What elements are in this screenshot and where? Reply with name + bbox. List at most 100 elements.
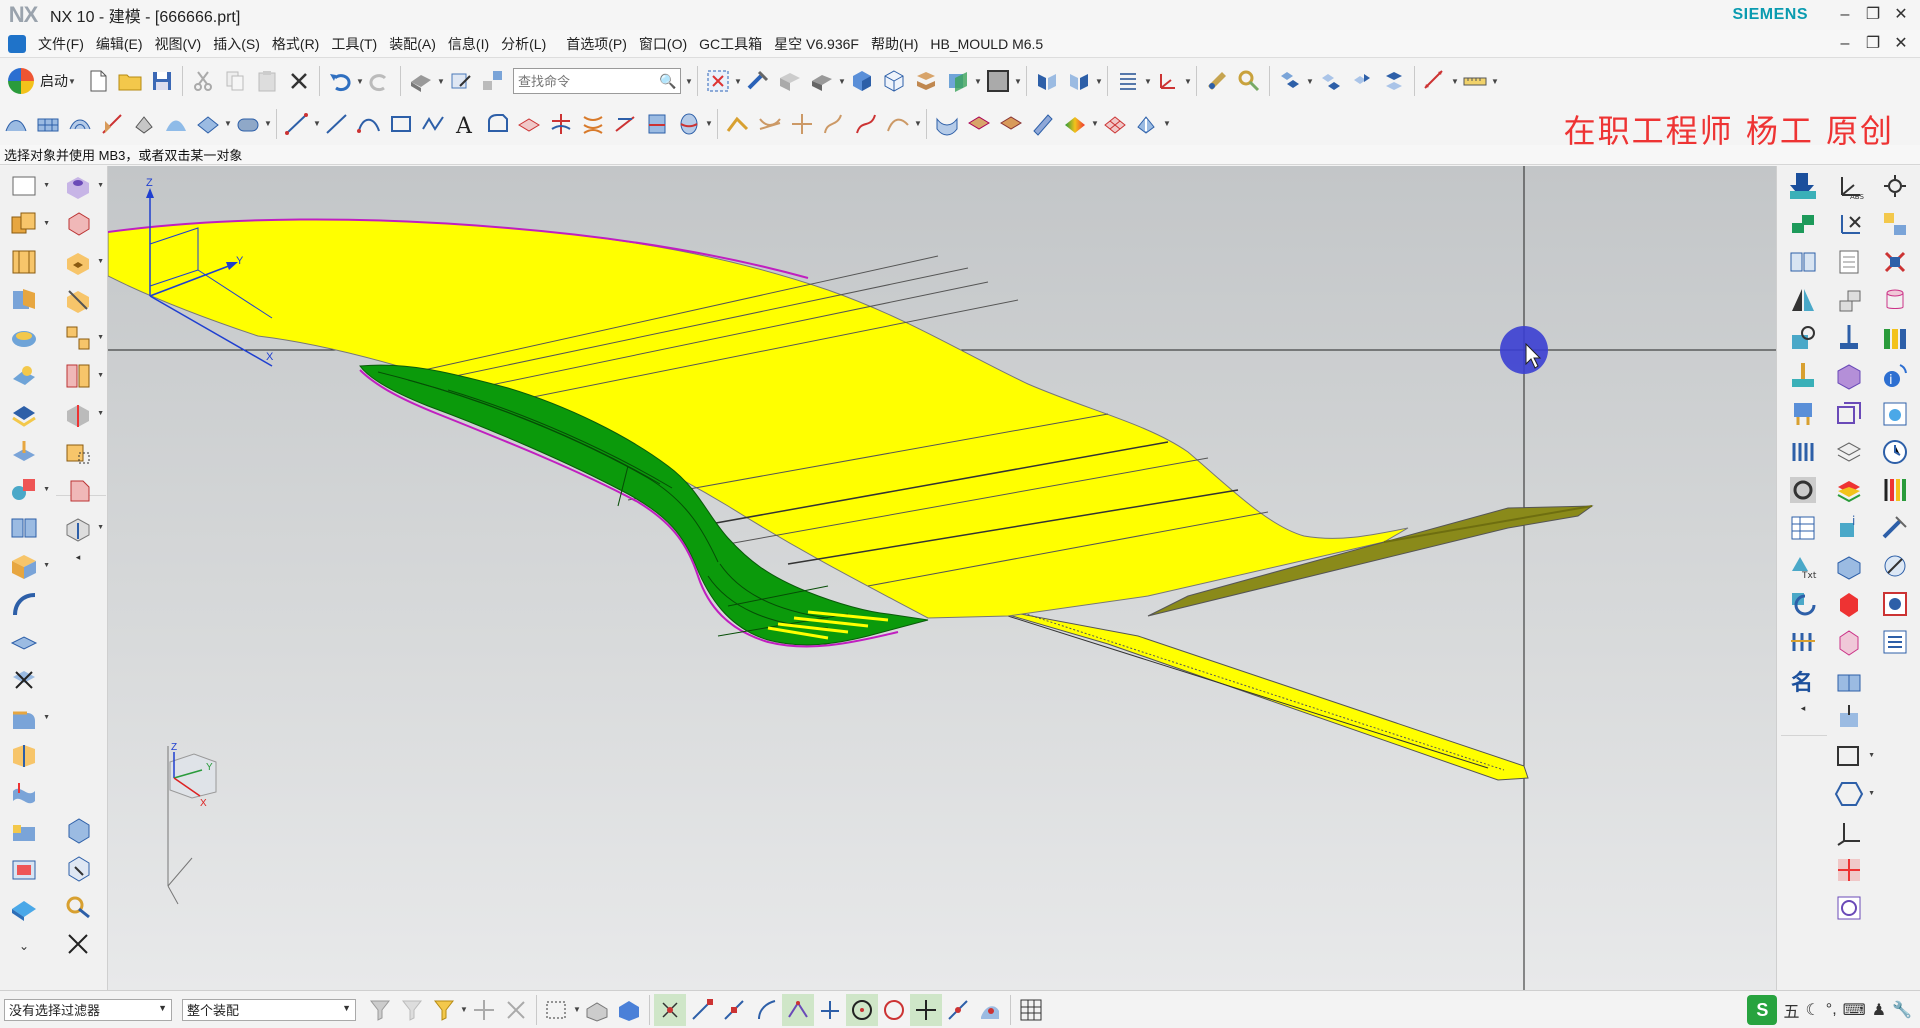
subtract-button[interactable] <box>4 358 44 394</box>
color-layers-button[interactable] <box>1829 472 1869 508</box>
menu-xingkong[interactable]: 星空 V6.936F <box>768 34 865 54</box>
face-analysis-button[interactable] <box>1059 108 1091 140</box>
app-menu-icon[interactable] <box>8 34 26 53</box>
datum-plane-button[interactable] <box>58 434 98 470</box>
wrap-curve-button[interactable] <box>673 108 705 140</box>
undo-button[interactable] <box>324 65 356 97</box>
snap-control-point-button[interactable] <box>750 994 782 1026</box>
chevron-down-icon[interactable]: ▼ <box>1014 77 1022 86</box>
select-face-button[interactable] <box>613 994 645 1026</box>
chevron-down-icon[interactable]: ▼ <box>573 1005 581 1014</box>
more-left-1-button[interactable]: ⌄ <box>4 928 44 964</box>
swept-button[interactable] <box>96 108 128 140</box>
mold-tool-2-button[interactable] <box>1783 206 1823 242</box>
arc-button[interactable] <box>353 108 385 140</box>
show-hide-button[interactable] <box>1031 65 1063 97</box>
sheet-body-button[interactable] <box>4 624 44 660</box>
minimize-button[interactable]: – <box>1832 4 1858 26</box>
law-extension-button[interactable] <box>192 108 224 140</box>
rename-button[interactable]: 名 <box>1783 662 1823 698</box>
start-button[interactable]: 启动 ▼ <box>0 68 82 94</box>
grid-point-button[interactable] <box>1829 852 1869 888</box>
text-button[interactable]: A <box>449 108 481 140</box>
menu-hb-mould[interactable]: HB_MOULD M6.5 <box>924 36 1049 52</box>
delete-button[interactable] <box>283 65 315 97</box>
assembly-constraint-button[interactable] <box>1274 65 1306 97</box>
extract-curve-button[interactable] <box>641 108 673 140</box>
chevron-down-icon[interactable]: ▼ <box>1184 77 1192 86</box>
chevron-down-icon[interactable]: ▼ <box>437 77 445 86</box>
unite-button[interactable] <box>4 320 44 356</box>
insert-part-button[interactable] <box>1829 548 1869 584</box>
properties-list-button[interactable] <box>1875 624 1915 660</box>
move-face-button[interactable] <box>4 434 44 470</box>
studio-surface-button[interactable] <box>64 108 96 140</box>
doc-restore-button[interactable]: ❐ <box>1860 33 1886 55</box>
draft-button[interactable] <box>4 282 44 318</box>
body-view-button[interactable] <box>58 812 98 848</box>
rectangle-button[interactable] <box>385 108 417 140</box>
mold-tool-10-button[interactable] <box>1783 510 1823 546</box>
zoom-button[interactable] <box>742 65 774 97</box>
snap-enable-button[interactable] <box>654 993 686 1026</box>
palette-button[interactable] <box>1875 586 1915 622</box>
offset-curve-button[interactable] <box>481 108 513 140</box>
snap-quadrant-button[interactable] <box>878 994 910 1026</box>
assembly-navigator-button[interactable] <box>1875 206 1915 242</box>
redo-button[interactable] <box>364 65 396 97</box>
curve-length-button[interactable] <box>818 108 850 140</box>
bridge-curve-button[interactable] <box>882 108 914 140</box>
join-curve-button[interactable] <box>722 108 754 140</box>
face-blend-button[interactable] <box>160 108 192 140</box>
lower-rib-surface[interactable] <box>977 605 1529 781</box>
chevron-down-icon[interactable]: ▼ <box>1144 77 1152 86</box>
isoparametric-curve-button[interactable] <box>577 108 609 140</box>
trim-sheet-button[interactable] <box>963 108 995 140</box>
snap-existing-point-button[interactable] <box>910 993 942 1026</box>
rectangle-select-button[interactable]: ▼ <box>1829 738 1875 774</box>
constraint-navigator-button[interactable] <box>1875 244 1915 280</box>
roles-button[interactable] <box>1875 548 1915 584</box>
section-curve-button[interactable] <box>609 108 641 140</box>
command-search-input[interactable] <box>514 73 656 89</box>
chevron-down-icon[interactable]: ▼ <box>1306 77 1314 86</box>
pattern-feature-button[interactable]: ▼ <box>58 320 104 356</box>
snap-midpoint-button[interactable] <box>718 994 750 1026</box>
chevron-down-icon[interactable]: ▼ <box>68 77 76 86</box>
mold-tool-5-button[interactable] <box>1783 320 1823 356</box>
moon-icon[interactable]: ☾ <box>1805 1000 1819 1020</box>
menu-help[interactable]: 帮助(H) <box>865 34 924 54</box>
sweep-along-guide-button[interactable] <box>4 586 44 622</box>
tool-settings-button[interactable] <box>1233 65 1265 97</box>
delete-parameter-button[interactable] <box>58 926 98 962</box>
general-filter-button[interactable] <box>364 994 396 1026</box>
replace-face-button[interactable] <box>4 738 44 774</box>
chevron-down-icon[interactable]: ▼ <box>1163 119 1171 128</box>
hole-button[interactable]: ▼ <box>58 168 104 204</box>
mold-tool-3-button[interactable] <box>1783 244 1823 280</box>
selection-mode-button[interactable] <box>405 65 437 97</box>
measure-distance-button[interactable] <box>1419 65 1451 97</box>
snap-on-face-button[interactable] <box>974 994 1006 1026</box>
menu-analysis[interactable]: 分析(L) <box>495 34 552 54</box>
chevron-down-icon[interactable]: ▼ <box>1095 77 1103 86</box>
patch-button[interactable] <box>931 108 963 140</box>
n-sided-surface-button[interactable] <box>128 108 160 140</box>
wcs-button[interactable] <box>1152 65 1184 97</box>
user-icon[interactable]: ♟ <box>1872 1000 1886 1020</box>
reset-filter-button[interactable] <box>396 994 428 1026</box>
surface-grid-button[interactable] <box>1099 108 1131 140</box>
through-curves-button[interactable] <box>0 108 32 140</box>
chevron-down-icon[interactable]: ▼ <box>313 119 321 128</box>
open-button[interactable] <box>114 65 146 97</box>
info-part-button[interactable]: i <box>1829 510 1869 546</box>
sogou-ime-icon[interactable]: S <box>1747 995 1778 1025</box>
mold-tool-8-button[interactable] <box>1783 434 1823 470</box>
offset-face-button[interactable]: ▼ <box>58 396 104 432</box>
menu-tools[interactable]: 工具(T) <box>325 34 383 54</box>
cut-button[interactable] <box>187 65 219 97</box>
graphics-viewport[interactable]: Z Y X Z Y X <box>108 166 1776 990</box>
shaded-view-button[interactable] <box>846 65 878 97</box>
process-studio-button[interactable] <box>1875 510 1915 546</box>
part-navigator-button[interactable] <box>1112 65 1144 97</box>
